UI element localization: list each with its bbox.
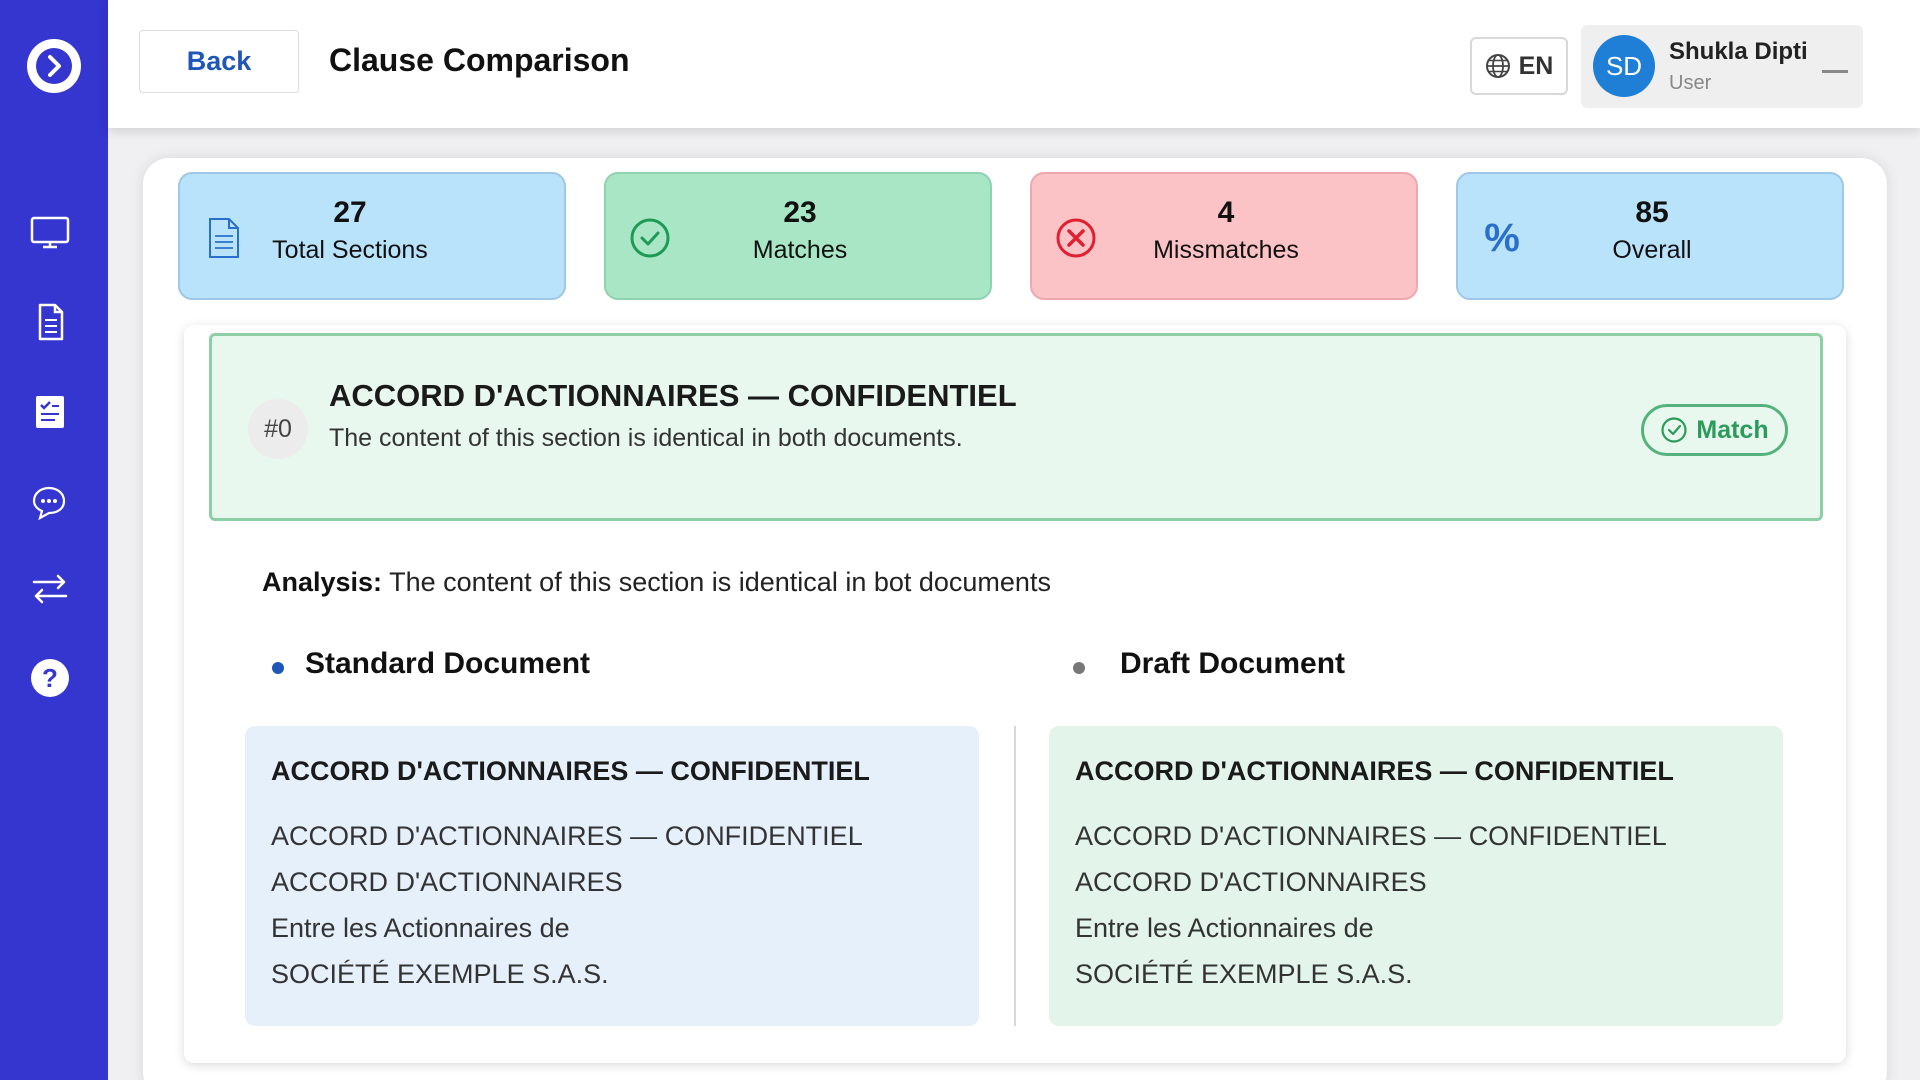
stat-label: Total Sections [272, 236, 428, 264]
top-header: Back Clause Comparison EN SD Shukla Dipt… [108, 0, 1920, 128]
status-label: Match [1696, 415, 1769, 444]
user-name: Shukla Dipti [1669, 38, 1808, 65]
stat-total-sections: 27 Total Sections [178, 172, 566, 300]
analysis-body: The content of this section is identical… [382, 567, 1051, 597]
doc-title: ACCORD D'ACTIONNAIRES — CONFIDENTIEL [271, 756, 870, 786]
app-logo[interactable] [27, 39, 81, 93]
analysis-label: Analysis: [262, 567, 383, 597]
percent-icon: % [1484, 215, 1520, 260]
check-circle-icon [626, 214, 674, 262]
chat-icon [32, 486, 66, 521]
draft-document-content: ACCORD D'ACTIONNAIRES — CONFIDENTIEL ACC… [1049, 726, 1783, 1026]
doc-line: ACCORD D'ACTIONNAIRES — CONFIDENTIEL [1075, 821, 1667, 851]
section-description: The content of this section is identical… [329, 424, 963, 452]
doc-line: Entre les Actionnaires de [271, 913, 570, 943]
doc-line: ACCORD D'ACTIONNAIRES — CONFIDENTIEL [271, 821, 863, 851]
stat-matches: 23 Matches [604, 172, 992, 300]
monitor-icon [30, 216, 70, 249]
sidebar-item-compare[interactable] [24, 563, 76, 615]
back-button[interactable]: Back [139, 30, 299, 93]
doc-line: SOCIÉTÉ EXEMPLE S.A.S. [271, 959, 609, 989]
standard-dot-icon [272, 662, 284, 674]
stat-overall: % 85 Overall [1456, 172, 1844, 300]
stat-label: Matches [752, 236, 848, 264]
doc-title: ACCORD D'ACTIONNAIRES — CONFIDENTIEL [1075, 756, 1674, 786]
standard-document-heading: Standard Document [305, 647, 591, 680]
language-selector[interactable]: EN [1470, 37, 1568, 95]
analysis-text: Analysis: The content of this section is… [262, 567, 1051, 598]
section-title: ACCORD D'ACTIONNAIRES — CONFIDENTIEL [329, 378, 1017, 413]
sidebar-item-help[interactable]: ? [24, 652, 76, 704]
document-icon [38, 303, 64, 341]
chevron-right-icon [36, 48, 72, 84]
checklist-icon [36, 396, 64, 428]
stat-mismatches: 4 Missmatches [1030, 172, 1418, 300]
section-number: #0 [248, 399, 308, 459]
menu-dash-icon [1822, 70, 1848, 73]
stat-label: Missmatches [1153, 236, 1299, 264]
stat-value: 23 [783, 196, 817, 229]
stat-label: Overall [1612, 236, 1692, 264]
section-header[interactable]: #0 ACCORD D'ACTIONNAIRES — CONFIDENTIEL … [209, 333, 1823, 521]
draft-dot-icon [1073, 662, 1085, 674]
avatar: SD [1593, 35, 1655, 97]
user-menu[interactable]: SD Shukla Dipti User [1581, 25, 1863, 108]
doc-line: ACCORD D'ACTIONNAIRES [1075, 867, 1427, 897]
stat-value: 85 [1635, 196, 1669, 229]
sidebar: ? [0, 0, 108, 1080]
doc-line: SOCIÉTÉ EXEMPLE S.A.S. [1075, 959, 1413, 989]
language-code: EN [1518, 51, 1554, 80]
check-circle-icon [1661, 417, 1687, 443]
column-divider [1014, 726, 1016, 1026]
compare-icon [32, 574, 68, 604]
doc-line: Entre les Actionnaires de [1075, 913, 1374, 943]
stat-value: 27 [333, 196, 367, 229]
user-role: User [1669, 72, 1712, 94]
sidebar-item-chat[interactable] [24, 477, 76, 529]
standard-document-content: ACCORD D'ACTIONNAIRES — CONFIDENTIEL ACC… [245, 726, 979, 1026]
x-circle-icon [1052, 214, 1100, 262]
draft-document-heading: Draft Document [1120, 647, 1346, 680]
page-title: Clause Comparison [329, 42, 630, 78]
sidebar-item-documents[interactable] [24, 296, 76, 348]
svg-text:?: ? [42, 663, 58, 693]
doc-line: ACCORD D'ACTIONNAIRES [271, 867, 623, 897]
sidebar-item-review[interactable] [24, 386, 76, 438]
globe-icon [1485, 54, 1510, 78]
status-badge: Match [1641, 404, 1788, 456]
help-icon: ? [31, 659, 69, 697]
stat-value: 4 [1217, 196, 1235, 229]
sidebar-item-dashboard[interactable] [24, 206, 76, 258]
